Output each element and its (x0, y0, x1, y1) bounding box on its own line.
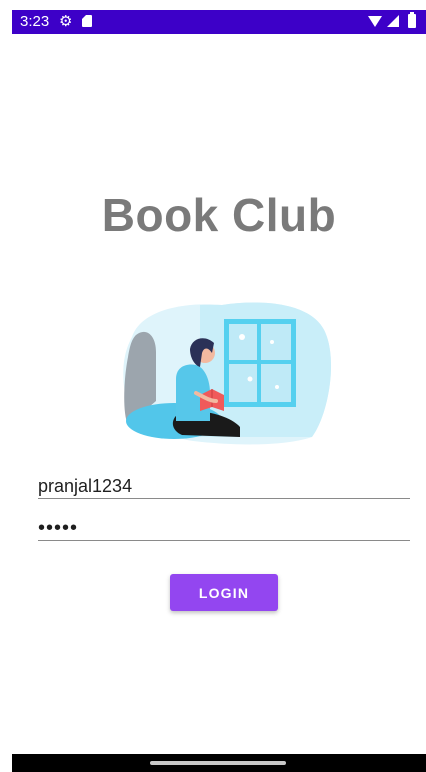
login-screen: 3:23 ⚙ Book Club pranjal1234 ••••• LOGIN (12, 10, 426, 772)
status-time: 3:23 (20, 13, 50, 30)
signal-icon (387, 15, 399, 27)
gear-icon: ⚙ (59, 13, 73, 30)
username-underline (38, 498, 410, 499)
status-bar: 3:23 ⚙ (12, 10, 426, 34)
wifi-icon (368, 16, 382, 27)
app-title: Book Club (101, 189, 337, 241)
sd-card-icon (82, 15, 92, 27)
battery-icon (408, 12, 416, 28)
reading-illustration (123, 302, 332, 445)
home-indicator[interactable] (150, 761, 286, 765)
navigation-bar (12, 754, 426, 772)
login-button[interactable]: LOGIN (170, 574, 278, 611)
password-underline (38, 540, 410, 541)
